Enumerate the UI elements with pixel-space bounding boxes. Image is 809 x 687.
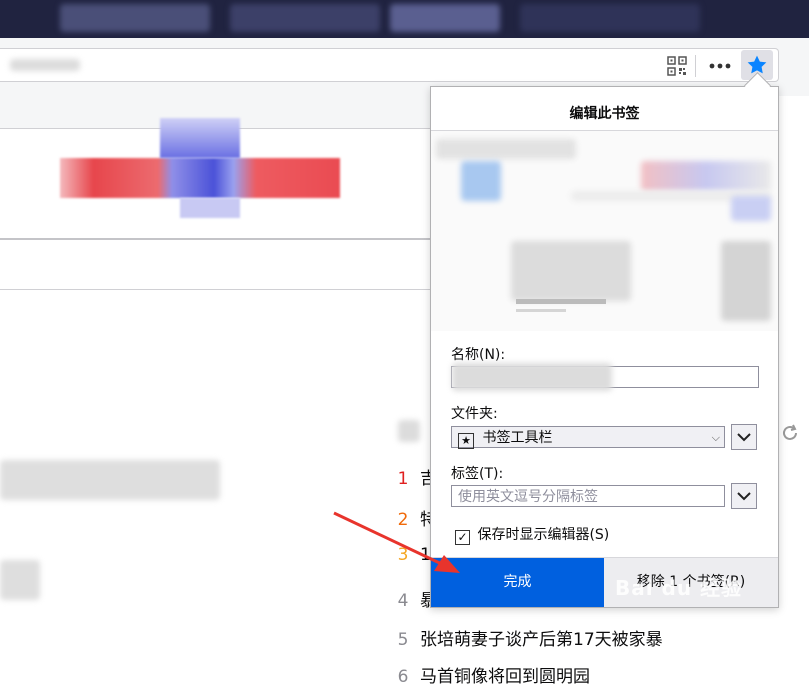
tags-label: 标签(T): <box>451 466 504 482</box>
search-box[interactable] <box>0 238 430 290</box>
chevron-down-icon <box>737 432 751 441</box>
list-item[interactable]: 6 马首铜像将回到圆明园 <box>392 662 590 687</box>
folder-select[interactable]: ★ 书签工具栏 ⌵ <box>451 426 725 449</box>
panel-title: 编辑此书签 <box>569 106 640 122</box>
blurred-url <box>10 59 80 71</box>
blurred-icon <box>398 420 420 442</box>
blurred-logo <box>60 118 340 218</box>
name-label: 名称(N): <box>451 347 506 363</box>
watermark-logo: Bai du 经验 <box>615 576 743 600</box>
folder-star-icon: ★ <box>458 433 474 449</box>
red-arrow <box>333 511 460 573</box>
tab-strip <box>0 0 809 38</box>
folder-label: 文件夹: <box>451 406 498 422</box>
toolbar-divider <box>695 55 696 77</box>
tags-expand-button[interactable] <box>731 483 757 509</box>
chevron-down-icon <box>737 491 751 500</box>
blurred-text <box>0 460 220 500</box>
show-editor-checkbox-row[interactable]: ✓ 保存时显示编辑器(S) <box>455 524 609 545</box>
more-icon[interactable] <box>707 53 733 79</box>
name-field[interactable] <box>451 363 759 391</box>
blurred-tab[interactable] <box>520 4 700 32</box>
blurred-text <box>0 560 40 600</box>
refresh-icon[interactable] <box>780 423 800 447</box>
blurred-tab[interactable] <box>390 4 500 32</box>
qr-code-icon[interactable] <box>664 53 690 79</box>
page-preview-thumbnail <box>431 131 778 331</box>
url-bar[interactable] <box>0 48 779 82</box>
blurred-tab[interactable] <box>230 4 380 32</box>
edit-bookmark-panel: 编辑此书签 名称(N): 文件夹: ★ 书签工具栏 ⌵ 标签(T): 使用英文逗… <box>430 86 779 608</box>
folder-expand-button[interactable] <box>731 424 757 450</box>
list-item[interactable]: 5 张培萌妻子谈产后第17天被家暴 <box>392 625 663 650</box>
chevron-down-icon: ⌵ <box>711 431 720 444</box>
tags-input[interactable]: 使用英文逗号分隔标签 <box>451 485 725 507</box>
blurred-tab[interactable] <box>60 4 210 32</box>
